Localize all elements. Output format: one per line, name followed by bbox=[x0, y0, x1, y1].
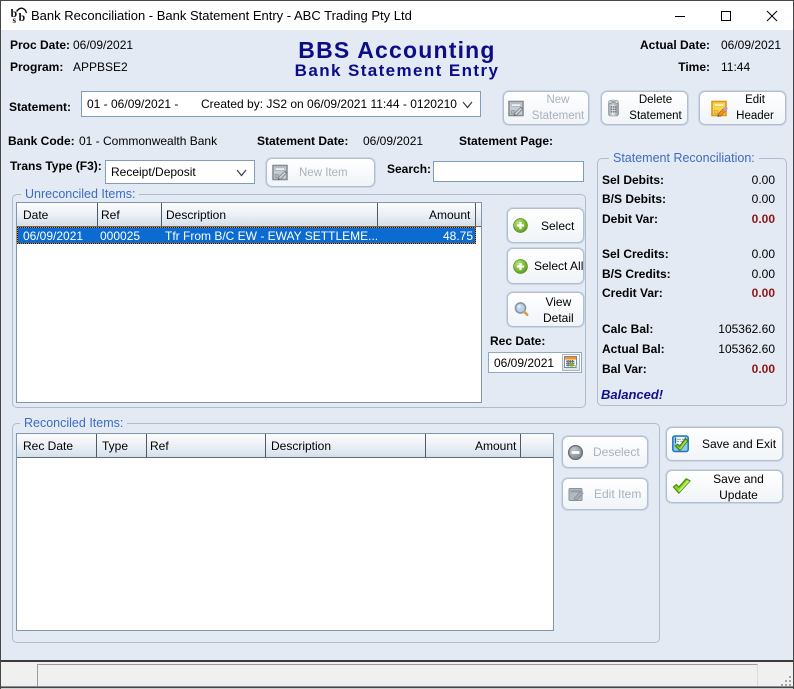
svg-text:b: b bbox=[19, 10, 26, 24]
svg-text:s: s bbox=[13, 15, 17, 24]
